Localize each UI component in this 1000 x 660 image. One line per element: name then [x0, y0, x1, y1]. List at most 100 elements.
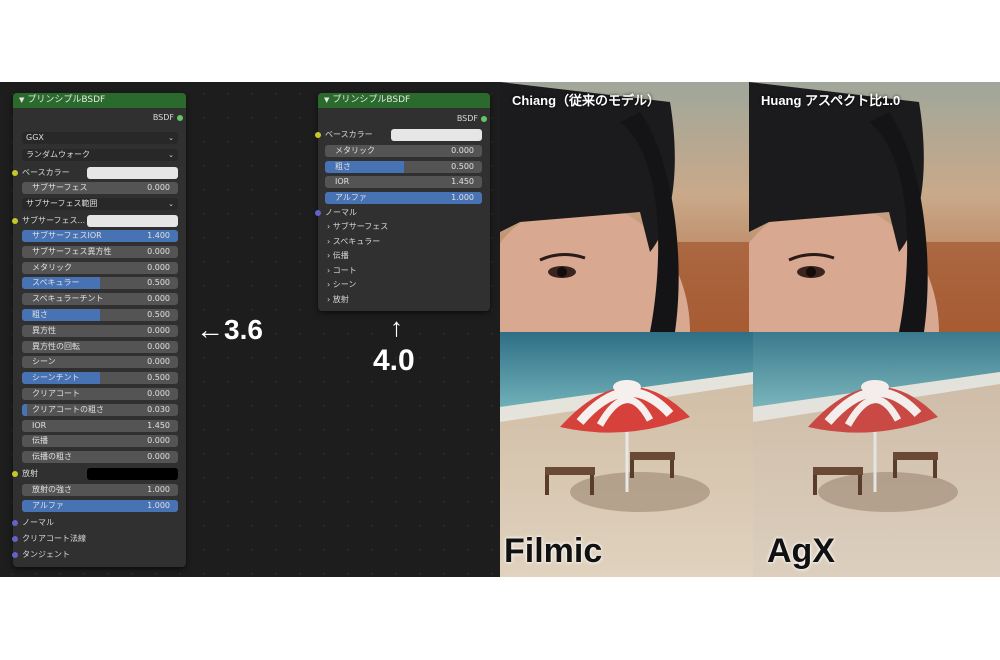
- subsurface-method-dropdown[interactable]: ランダムウォーク ⌄: [22, 149, 178, 161]
- chevron-down-icon[interactable]: ▼: [324, 96, 329, 104]
- value-field[interactable]: シーン 0.000: [22, 356, 178, 369]
- field-label: IOR: [32, 420, 47, 430]
- caption-filmic: Filmic: [504, 532, 603, 570]
- value-field[interactable]: 異方性 0.000: [22, 324, 178, 337]
- base-color-row: ベースカラー: [12, 166, 70, 179]
- emission-strength-field[interactable]: 放射の強さ 1.000: [22, 484, 178, 496]
- caption-agx: AgX: [767, 532, 835, 570]
- portrait-render: [749, 82, 1000, 332]
- field-label: 粗さ: [32, 310, 48, 319]
- field-value: 0.000: [147, 294, 170, 304]
- normal-label: ノーマル: [325, 208, 357, 217]
- field-label: スペキュラー: [32, 278, 80, 288]
- value-field[interactable]: スペキュラーチント 0.000: [22, 293, 178, 306]
- vector-socket-icon[interactable]: [12, 519, 18, 526]
- panel-toggle[interactable]: › コート: [327, 264, 357, 277]
- field-value: 0.000: [147, 262, 170, 272]
- field-value: 1.450: [451, 177, 474, 186]
- output-label: BSDF: [152, 113, 174, 122]
- distribution-value: GGX: [26, 133, 44, 142]
- field-value: 0.000: [147, 183, 170, 192]
- color-socket-icon[interactable]: [12, 470, 18, 477]
- node-header[interactable]: ▼ プリンシプルBSDF: [13, 93, 186, 108]
- emission-row: 放射: [12, 467, 38, 480]
- shader-socket-icon[interactable]: [177, 114, 183, 121]
- field-label: アルファ: [32, 501, 64, 510]
- alpha-field[interactable]: アルファ 1.000: [22, 500, 178, 512]
- value-field[interactable]: サブサーフェス異方性 0.000: [22, 245, 178, 258]
- vector-socket-icon[interactable]: [12, 551, 18, 558]
- vector-socket-icon[interactable]: [315, 209, 321, 216]
- subsurface-field[interactable]: サブサーフェス 0.000: [22, 182, 178, 194]
- panel-label: シーン: [332, 280, 357, 289]
- value-field[interactable]: メタリック 0.000: [22, 261, 178, 274]
- panel-toggle[interactable]: › 伝播: [327, 249, 349, 262]
- base-color-row: ベースカラー: [315, 128, 373, 141]
- base-color-swatch[interactable]: [87, 167, 178, 179]
- principled-bsdf-node-4-0[interactable]: ▼ プリンシプルBSDF BSDF ベースカラー メタリック 0.000 粗さ 0.50…: [315, 93, 490, 311]
- shader-socket-icon[interactable]: [481, 115, 487, 122]
- panel-toggle[interactable]: › スペキュラー: [327, 235, 380, 248]
- color-socket-icon[interactable]: [12, 217, 18, 224]
- value-field[interactable]: メタリック 0.000: [325, 145, 482, 157]
- render-chiang: Chiang（従来のモデル）: [500, 82, 749, 332]
- version-label-4-0: 4.0: [373, 344, 415, 377]
- base-color-label: ベースカラー: [22, 168, 70, 177]
- value-field[interactable]: 伝播の粗さ 0.000: [22, 451, 178, 464]
- normal-label: ノーマル: [22, 518, 54, 527]
- field-label: 異方性: [32, 325, 56, 335]
- color-socket-icon[interactable]: [315, 131, 321, 138]
- value-field[interactable]: スペキュラー 0.500: [22, 277, 178, 290]
- principled-bsdf-node-3-6[interactable]: ▼ プリンシプルBSDF BSDF GGX ⌄ ランダムウォーク ⌄ ベースカラー…: [12, 93, 186, 567]
- chevron-down-icon: ⌄: [168, 134, 174, 142]
- value-field[interactable]: IOR 1.450: [22, 419, 178, 432]
- vector-socket-icon[interactable]: [12, 535, 18, 542]
- panel-label: スペキュラー: [332, 236, 381, 246]
- value-field[interactable]: シーンチント 0.500: [22, 372, 178, 385]
- node-title: プリンシプルBSDF: [332, 95, 411, 105]
- value-field[interactable]: 粗さ 0.500: [22, 309, 178, 321]
- value-field[interactable]: 伝播 0.000: [22, 435, 178, 448]
- subsurface-color-swatch[interactable]: [87, 215, 178, 227]
- panel-label: 伝播: [332, 251, 349, 260]
- field-label: アルファ: [335, 192, 367, 202]
- slider-fill: [22, 403, 27, 416]
- field-value: 0.000: [147, 452, 170, 462]
- value-field[interactable]: IOR 1.450: [325, 176, 482, 188]
- field-value: 0.500: [451, 161, 474, 171]
- clearcoat-normal-label: クリアコート法線: [22, 534, 86, 543]
- emission-color-swatch[interactable]: [87, 468, 178, 480]
- value-field[interactable]: クリアコート 0.000: [22, 388, 178, 400]
- field-value: 1.000: [147, 485, 170, 494]
- subsurface-radius-dropdown[interactable]: サブサーフェス範囲 ⌄: [22, 198, 178, 210]
- field-label: シーン: [32, 357, 56, 367]
- chevron-down-icon[interactable]: ▼: [19, 96, 24, 104]
- field-value: 0.000: [147, 341, 170, 351]
- value-field[interactable]: クリアコートの粗さ 0.030: [22, 403, 178, 416]
- value-field[interactable]: サブサーフェスIOR 1.400: [22, 230, 178, 242]
- node-header[interactable]: ▼ プリンシプルBSDF: [318, 93, 490, 108]
- field-label: サブサーフェスIOR: [32, 231, 102, 240]
- field-label: クリアコートの粗さ: [32, 404, 104, 414]
- panel-toggle[interactable]: › 放射: [327, 293, 349, 306]
- value-field[interactable]: 異方性の回転 0.000: [22, 340, 178, 353]
- subsurface-method-value: ランダムウォーク: [26, 150, 90, 159]
- image-label-huang: Huang アスペクト比1.0: [761, 93, 901, 108]
- field-value: 1.400: [147, 231, 170, 240]
- panel-toggle[interactable]: › サブサーフェス: [327, 220, 388, 233]
- emission-label: 放射: [22, 469, 38, 478]
- render-filmic: Filmic: [500, 332, 753, 577]
- panel-toggle[interactable]: › シーン: [327, 278, 356, 291]
- color-socket-icon[interactable]: [12, 169, 18, 176]
- node-editor[interactable]: ▼ プリンシプルBSDF BSDF GGX ⌄ ランダムウォーク ⌄ ベースカラー…: [0, 82, 500, 577]
- value-field[interactable]: アルファ 1.000: [325, 191, 482, 204]
- field-value: 0.000: [451, 146, 474, 155]
- distribution-dropdown[interactable]: GGX ⌄: [22, 132, 178, 144]
- subsurface-color-row: サブサーフェス...: [12, 214, 85, 227]
- value-field[interactable]: 粗さ 0.500: [325, 160, 482, 173]
- image-label-chiang: Chiang（従来のモデル）: [512, 93, 661, 108]
- field-value: 0.500: [147, 373, 170, 383]
- base-color-swatch[interactable]: [391, 129, 482, 141]
- field-label: サブサーフェス: [32, 183, 88, 192]
- field-label: IOR: [335, 177, 350, 186]
